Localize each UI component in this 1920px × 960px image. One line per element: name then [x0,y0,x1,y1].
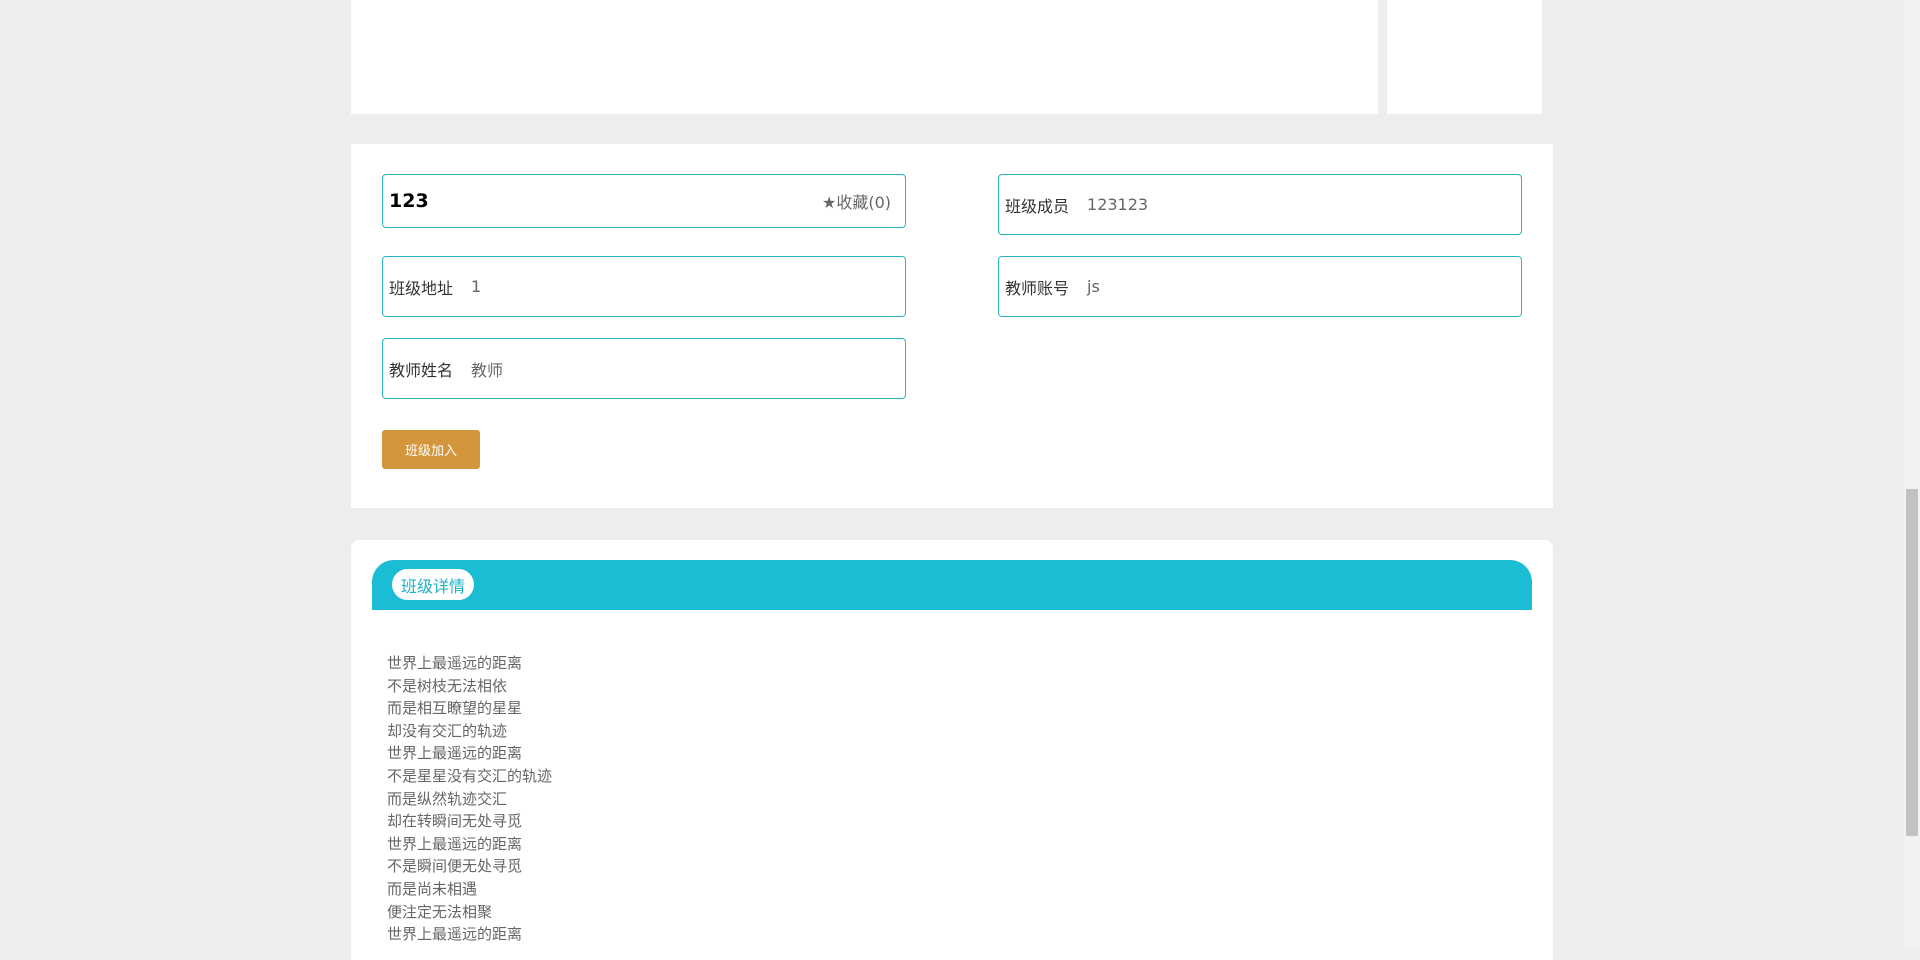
content-line: 世界上最遥远的距离 [387,744,523,763]
content-line: 而是纵然轨迹交汇 [387,789,508,808]
field-value: 1 [471,277,482,296]
join-class-button[interactable]: 班级加入 [382,430,480,469]
field-value: js [1087,277,1100,296]
field-value: 教师 [471,360,504,380]
field-class-address: 班级地址 1 [382,256,906,317]
scrollbar-thumb[interactable] [1906,489,1918,836]
class-name-box: 123 ★收藏(0) [382,174,906,228]
content-line: 世界上最遥远的距离 [387,834,523,853]
details-header: 班级详情 [372,560,1532,610]
favorite-label: 收藏(0) [836,193,891,212]
field-teacher-account: 教师账号 js [998,256,1522,317]
field-label: 班级成员 [1005,196,1070,216]
content-line: 不是瞬间便无处寻觅 [387,857,523,876]
content-line: 而是相互瞭望的星星 [387,699,523,718]
content-line: 而是尚未相遇 [387,879,478,898]
field-label: 教师姓名 [389,360,454,380]
content-line: 却没有交汇的轨迹 [387,721,508,740]
star-icon: ★ [821,193,837,212]
favorite-button[interactable]: ★收藏(0) [822,189,891,213]
top-side-panel [1387,0,1542,114]
field-label: 教师账号 [1005,278,1070,298]
content-line: 不是树枝无法相依 [387,676,508,695]
details-content: 世界上最遥远的距离 不是树枝无法相依 而是相互瞭望的星星 却没有交汇的轨迹 世界上最遥远… [387,652,552,946]
top-main-panel [351,0,1378,114]
content-line: 世界上最遥远的距离 [387,654,523,672]
field-teacher-name: 教师姓名 教师 [382,338,906,399]
scrollbar[interactable] [1904,0,1920,948]
content-line: 不是星星没有交汇的轨迹 [387,766,553,785]
class-name: 123 [389,190,429,212]
content-line: 便注定无法相聚 [387,902,493,921]
content-line: 世界上最遥远的距离 [387,925,523,944]
field-label: 班级地址 [389,278,454,298]
field-value: 123123 [1087,195,1149,214]
field-class-members: 班级成员 123123 [998,174,1522,235]
content-line: 却在转瞬间无处寻觅 [387,812,523,831]
tab-class-details[interactable]: 班级详情 [392,569,475,600]
